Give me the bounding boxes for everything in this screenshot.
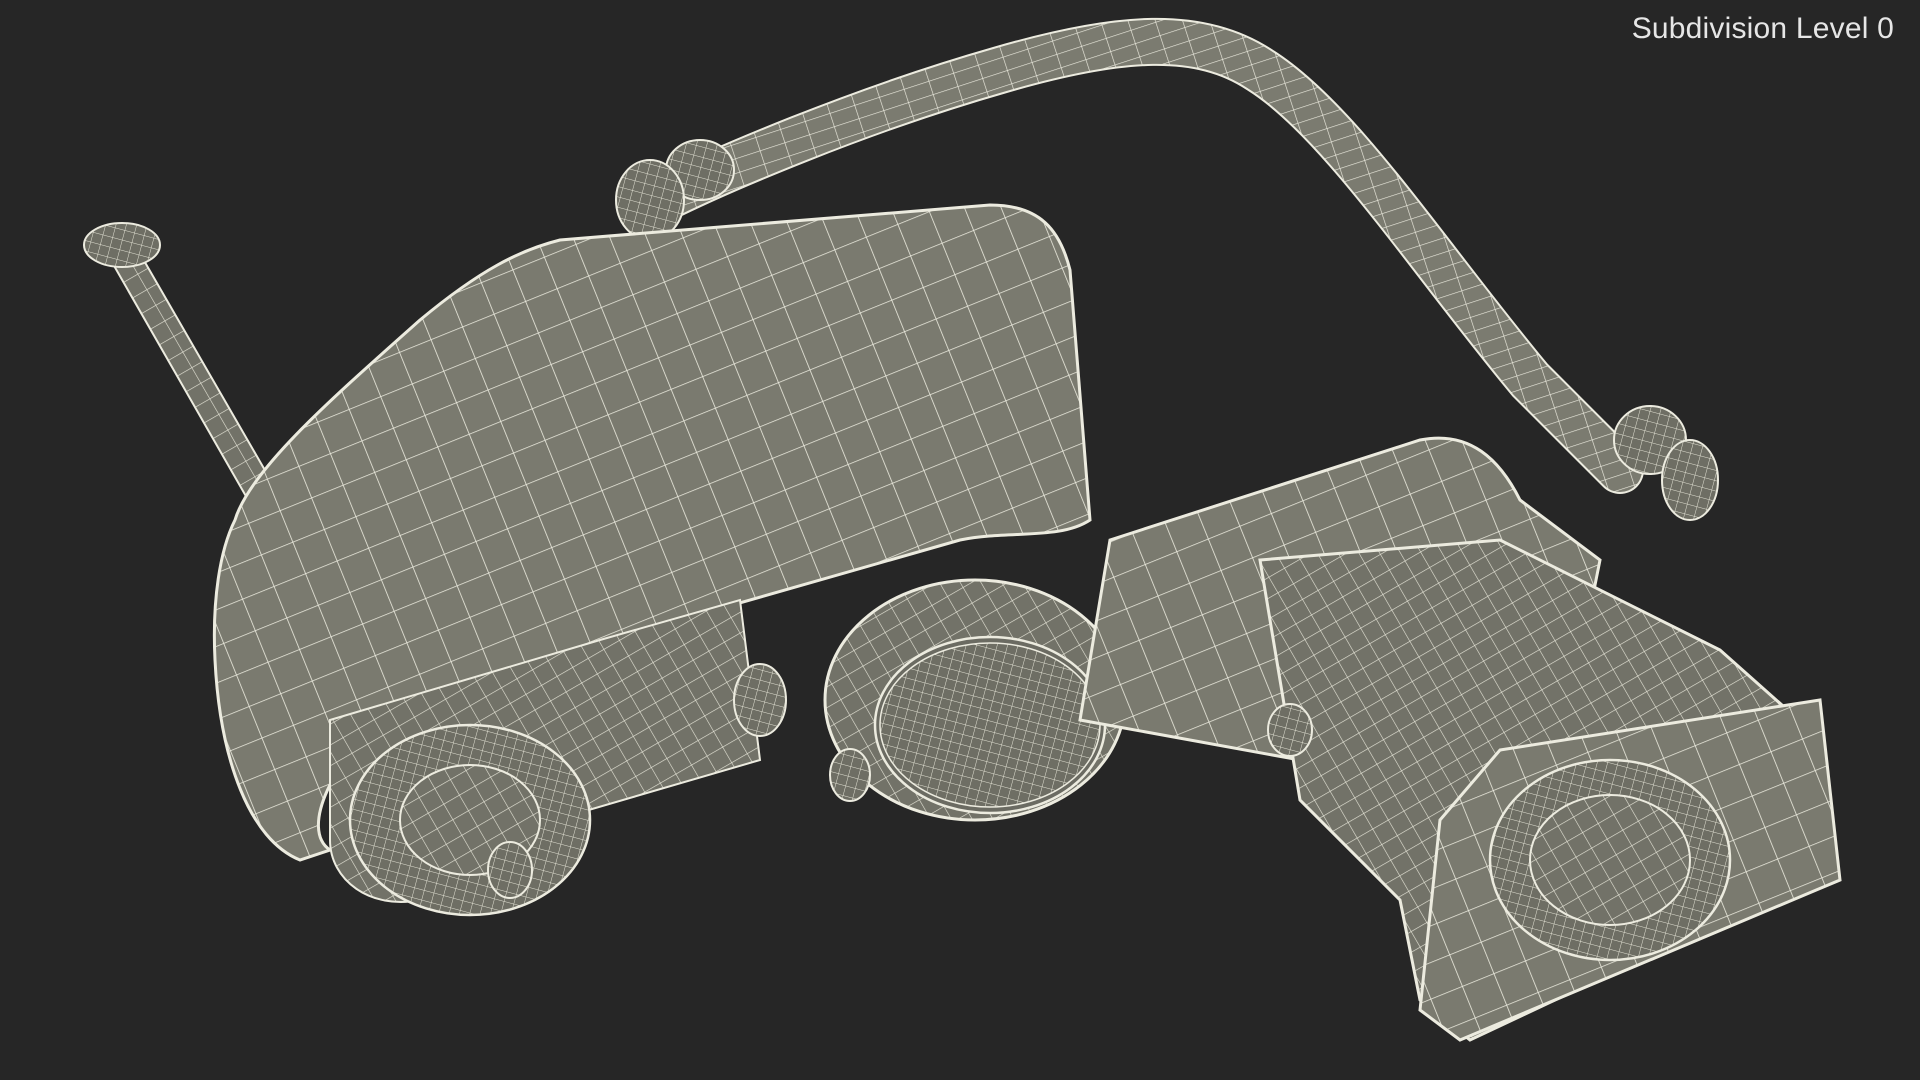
wireframe-model[interactable] [0,0,1920,1080]
3d-viewport[interactable]: Subdivision Level 0 [0,0,1920,1080]
second-arm [1078,436,1842,1042]
spline-shaft [83,222,287,514]
subdivision-level-label: Subdivision Level 0 [1631,12,1894,45]
elbow-joint [733,578,1127,822]
